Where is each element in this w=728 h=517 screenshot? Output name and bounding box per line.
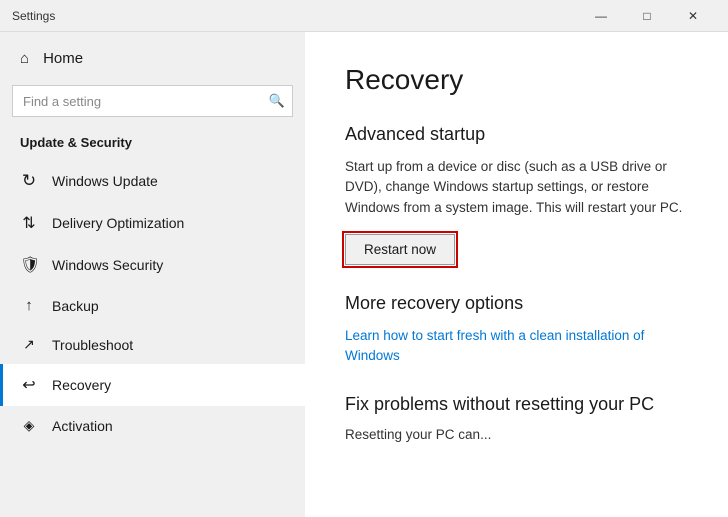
backup-icon: ↑ <box>20 297 38 314</box>
restart-now-button[interactable]: Restart now <box>345 234 455 265</box>
fix-problems-title: Fix problems without resetting your PC <box>345 394 688 415</box>
sidebar-item-label: Recovery <box>52 377 111 393</box>
title-bar: Settings — □ ✕ <box>0 0 728 32</box>
sidebar-item-home[interactable]: ⌂ Home <box>0 40 305 77</box>
sidebar-item-label: Activation <box>52 418 113 434</box>
sidebar-item-label: Windows Update <box>52 173 158 189</box>
refresh-icon: ↻ <box>20 171 38 191</box>
sidebar-item-delivery-optimization[interactable]: ⇅ Delivery Optimization <box>0 202 305 244</box>
sidebar-item-activation[interactable]: ◈ Activation <box>0 406 305 445</box>
delivery-icon: ⇅ <box>20 213 38 233</box>
app-body: ⌂ Home 🔍 Update & Security ↻ Windows Upd… <box>0 32 728 517</box>
app-title: Settings <box>12 9 578 23</box>
sidebar: ⌂ Home 🔍 Update & Security ↻ Windows Upd… <box>0 32 305 517</box>
more-options-title: More recovery options <box>345 293 688 314</box>
sidebar-item-backup[interactable]: ↑ Backup <box>0 286 305 325</box>
recovery-icon: ↩ <box>20 375 38 395</box>
sidebar-section-label: Update & Security <box>0 129 305 160</box>
sidebar-item-windows-security[interactable]: 🛡 Windows Security <box>0 244 305 286</box>
maximize-button[interactable]: □ <box>624 0 670 32</box>
sidebar-item-label: Delivery Optimization <box>52 215 184 231</box>
activation-icon: ◈ <box>20 417 38 434</box>
page-title: Recovery <box>345 64 688 96</box>
close-button[interactable]: ✕ <box>670 0 716 32</box>
sidebar-search: 🔍 <box>12 85 293 117</box>
sidebar-item-recovery[interactable]: ↩ Recovery <box>0 364 305 406</box>
sidebar-item-label: Backup <box>52 298 99 314</box>
troubleshoot-icon: ↗ <box>20 336 38 353</box>
sidebar-home-label: Home <box>43 50 83 67</box>
window-controls: — □ ✕ <box>578 0 716 32</box>
advanced-startup-title: Advanced startup <box>345 124 688 145</box>
sidebar-item-label: Troubleshoot <box>52 337 133 353</box>
sidebar-item-windows-update[interactable]: ↻ Windows Update <box>0 160 305 202</box>
clean-install-link[interactable]: Learn how to start fresh with a clean in… <box>345 326 688 367</box>
minimize-button[interactable]: — <box>578 0 624 32</box>
sidebar-item-troubleshoot[interactable]: ↗ Troubleshoot <box>0 325 305 364</box>
advanced-startup-description: Start up from a device or disc (such as … <box>345 157 688 218</box>
sidebar-item-label: Windows Security <box>52 257 163 273</box>
search-input[interactable] <box>12 85 293 117</box>
shield-icon: 🛡 <box>20 255 38 275</box>
home-icon: ⌂ <box>20 50 29 67</box>
search-icon: 🔍 <box>269 93 285 109</box>
fix-problems-description: Resetting your PC can... <box>345 425 688 445</box>
content-area: Recovery Advanced startup Start up from … <box>305 32 728 517</box>
